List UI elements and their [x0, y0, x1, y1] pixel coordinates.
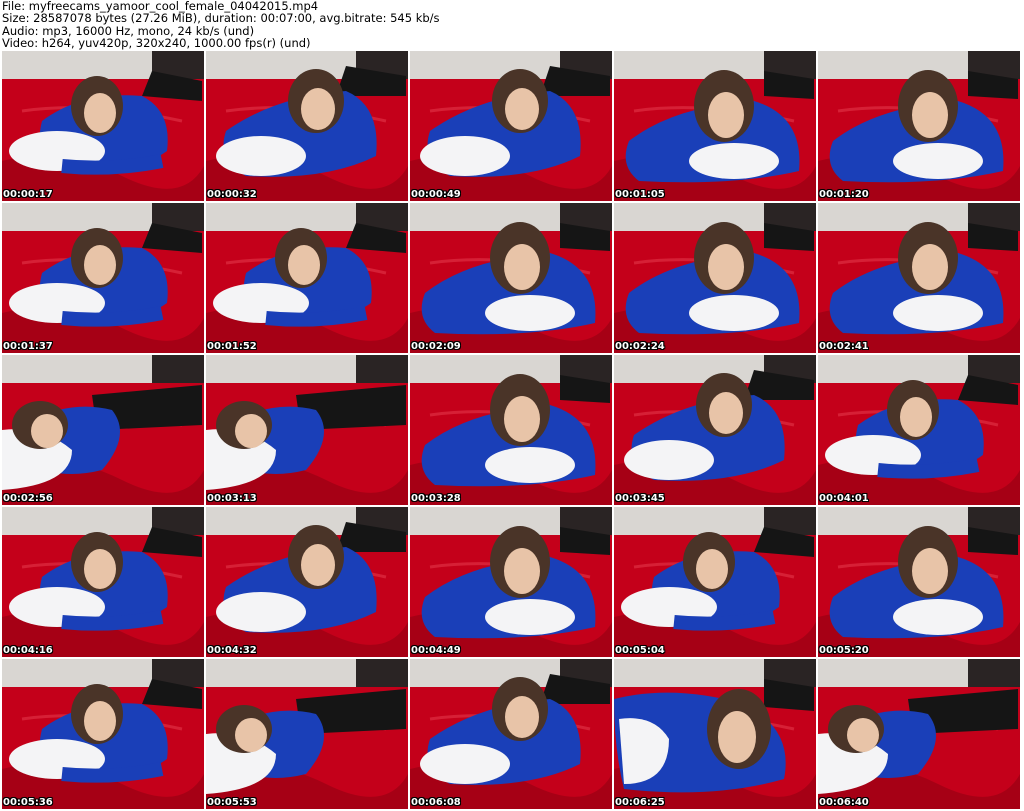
video-frame-thumbnail: 00:04:49: [410, 507, 612, 657]
video-frame-thumbnail: 00:03:28: [410, 355, 612, 505]
frame-timestamp: 00:05:36: [3, 797, 53, 808]
video-frame-thumbnail: 00:01:20: [818, 51, 1020, 201]
video-frame-thumbnail: 00:01:52: [206, 203, 408, 353]
frame-timestamp: 00:04:49: [411, 645, 461, 656]
file-info-header: File: myfreecams_yamoor_cool_female_0404…: [2, 0, 1022, 50]
frame-image: [614, 507, 816, 657]
frame-image: [2, 355, 204, 505]
frame-image: [410, 659, 612, 809]
frame-timestamp: 00:04:01: [819, 493, 869, 504]
frame-timestamp: 00:06:25: [615, 797, 665, 808]
frame-image: [206, 659, 408, 809]
video-frame-thumbnail: 00:05:20: [818, 507, 1020, 657]
frame-image: [410, 355, 612, 505]
video-frame-thumbnail: 00:05:36: [2, 659, 204, 809]
video-frame-thumbnail: 00:01:05: [614, 51, 816, 201]
video-frame-thumbnail: 00:02:41: [818, 203, 1020, 353]
frame-timestamp: 00:06:08: [411, 797, 461, 808]
video-frame-thumbnail: 00:05:53: [206, 659, 408, 809]
frame-timestamp: 00:06:40: [819, 797, 869, 808]
video-frame-thumbnail: 00:03:13: [206, 355, 408, 505]
frame-timestamp: 00:00:17: [3, 189, 53, 200]
video-frame-thumbnail: 00:05:04: [614, 507, 816, 657]
frame-image: [818, 507, 1020, 657]
frame-timestamp: 00:03:45: [615, 493, 665, 504]
frame-image: [410, 507, 612, 657]
file-size-line: Size: 28587078 bytes (27.26 MiB), durati…: [2, 11, 440, 26]
video-frame-thumbnail: 00:06:08: [410, 659, 612, 809]
video-frame-thumbnail: 00:04:32: [206, 507, 408, 657]
video-frame-thumbnail: 00:02:56: [2, 355, 204, 505]
frame-image: [614, 203, 816, 353]
frame-timestamp: 00:05:53: [207, 797, 257, 808]
frame-image: [206, 51, 408, 201]
frame-image: [614, 659, 816, 809]
video-frame-thumbnail: 00:04:01: [818, 355, 1020, 505]
video-frame-thumbnail: 00:00:32: [206, 51, 408, 201]
video-frame-thumbnail: 00:03:45: [614, 355, 816, 505]
frame-image: [206, 203, 408, 353]
video-frame-thumbnail: 00:00:17: [2, 51, 204, 201]
frame-timestamp: 00:02:56: [3, 493, 53, 504]
video-frame-thumbnail: 00:01:37: [2, 203, 204, 353]
frame-timestamp: 00:04:16: [3, 645, 53, 656]
frame-timestamp: 00:05:04: [615, 645, 665, 656]
frame-image: [818, 659, 1020, 809]
video-frame-thumbnail: 00:04:16: [2, 507, 204, 657]
frame-image: [818, 51, 1020, 201]
frame-timestamp: 00:02:41: [819, 341, 869, 352]
thumbnail-grid: 00:00:17 00:00:32 00:00:49 00:01:05 00:0…: [2, 51, 1022, 809]
frame-image: [206, 355, 408, 505]
frame-image: [818, 355, 1020, 505]
frame-timestamp: 00:04:32: [207, 645, 257, 656]
frame-image: [206, 507, 408, 657]
frame-image: [614, 51, 816, 201]
frame-image: [2, 203, 204, 353]
frame-timestamp: 00:01:52: [207, 341, 257, 352]
frame-timestamp: 00:05:20: [819, 645, 869, 656]
frame-image: [614, 355, 816, 505]
video-frame-thumbnail: 00:02:09: [410, 203, 612, 353]
frame-image: [818, 203, 1020, 353]
video-info-line: Video: h264, yuv420p, 320x240, 1000.00 f…: [2, 36, 311, 51]
frame-timestamp: 00:01:05: [615, 189, 665, 200]
video-frame-thumbnail: 00:02:24: [614, 203, 816, 353]
frame-image: [2, 51, 204, 201]
frame-image: [2, 659, 204, 809]
video-frame-thumbnail: 00:00:49: [410, 51, 612, 201]
frame-timestamp: 00:00:49: [411, 189, 461, 200]
frame-image: [410, 51, 612, 201]
video-frame-thumbnail: 00:06:40: [818, 659, 1020, 809]
frame-timestamp: 00:02:24: [615, 341, 665, 352]
frame-image: [410, 203, 612, 353]
frame-timestamp: 00:03:13: [207, 493, 257, 504]
frame-timestamp: 00:01:37: [3, 341, 53, 352]
frame-timestamp: 00:03:28: [411, 493, 461, 504]
frame-timestamp: 00:02:09: [411, 341, 461, 352]
video-frame-thumbnail: 00:06:25: [614, 659, 816, 809]
frame-timestamp: 00:01:20: [819, 189, 869, 200]
frame-timestamp: 00:00:32: [207, 189, 257, 200]
frame-image: [2, 507, 204, 657]
